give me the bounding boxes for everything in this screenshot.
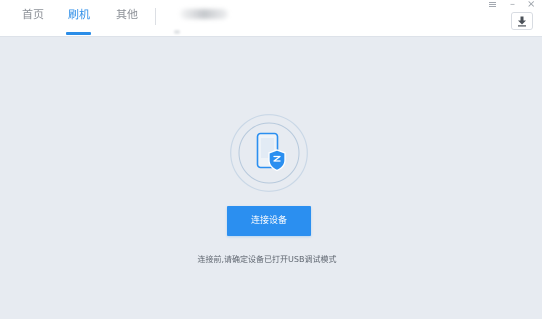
tab-divider (155, 8, 156, 25)
connect-device-button[interactable]: 连接设备 (227, 206, 311, 236)
close-button[interactable]: × (527, 0, 535, 10)
minimize-button[interactable]: – (510, 0, 515, 10)
tab-flash[interactable]: 刷机 (68, 8, 90, 22)
tab-home[interactable]: 首页 (22, 8, 44, 22)
phone-shield-icon (230, 114, 308, 192)
menu-icon[interactable] (489, 1, 496, 3)
usb-debug-hint: 连接前,请确定设备已打开USB调试模式 (197, 255, 337, 264)
top-navigation-bar: 首页 刷机 其他 – × (0, 0, 542, 37)
blurred-mark (174, 30, 180, 34)
app-window: 首页 刷机 其他 – × 连接设备 连接前,请确定设备已打开USB调试模式 (0, 0, 542, 319)
active-tab-indicator (66, 32, 91, 35)
device-status-graphic (230, 114, 308, 192)
tab-other[interactable]: 其他 (116, 8, 138, 22)
download-icon (518, 16, 526, 27)
blurred-device-name (180, 9, 228, 19)
download-button[interactable] (511, 12, 533, 30)
